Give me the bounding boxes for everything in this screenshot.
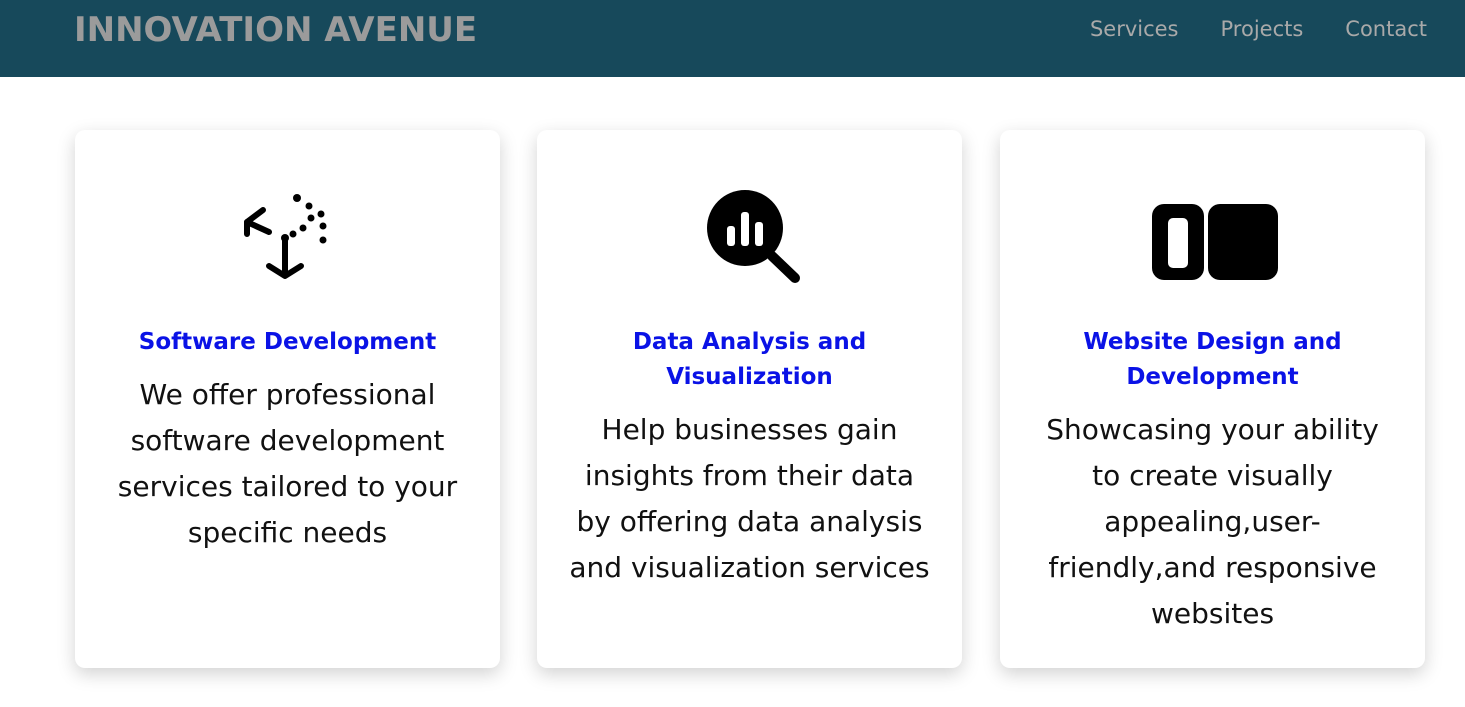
card-title: Data Analysis and Visualization	[632, 329, 867, 390]
layout-columns-icon	[1151, 204, 1278, 280]
nav-link-projects[interactable]: Projects	[1221, 17, 1304, 41]
card-description: We offer professional software developme…	[117, 378, 458, 549]
service-card-software: Software Development We offer profession…	[75, 130, 500, 668]
card-title: Website Design and Development	[1083, 329, 1342, 390]
card-description: Showcasing your ability to create visual…	[1046, 413, 1379, 630]
code-sandbox-icon	[243, 194, 326, 279]
card-title: Software Development	[138, 329, 437, 355]
card-description: Help businesses gain insights from their…	[569, 413, 930, 584]
service-card-website: Website Design and Development Showcasin…	[1000, 130, 1425, 668]
magnifier-chart-icon	[706, 190, 800, 283]
nav-link-contact[interactable]: Contact	[1345, 17, 1427, 41]
service-card-data: Data Analysis and Visualization Help bus…	[537, 130, 962, 668]
top-navbar: INNOVATION AVENUE Services Projects Cont…	[0, 0, 1465, 77]
nav-link-services[interactable]: Services	[1090, 17, 1179, 41]
nav-links: Services Projects Contact	[1090, 17, 1427, 41]
brand-logo-text[interactable]: INNOVATION AVENUE	[74, 10, 477, 50]
